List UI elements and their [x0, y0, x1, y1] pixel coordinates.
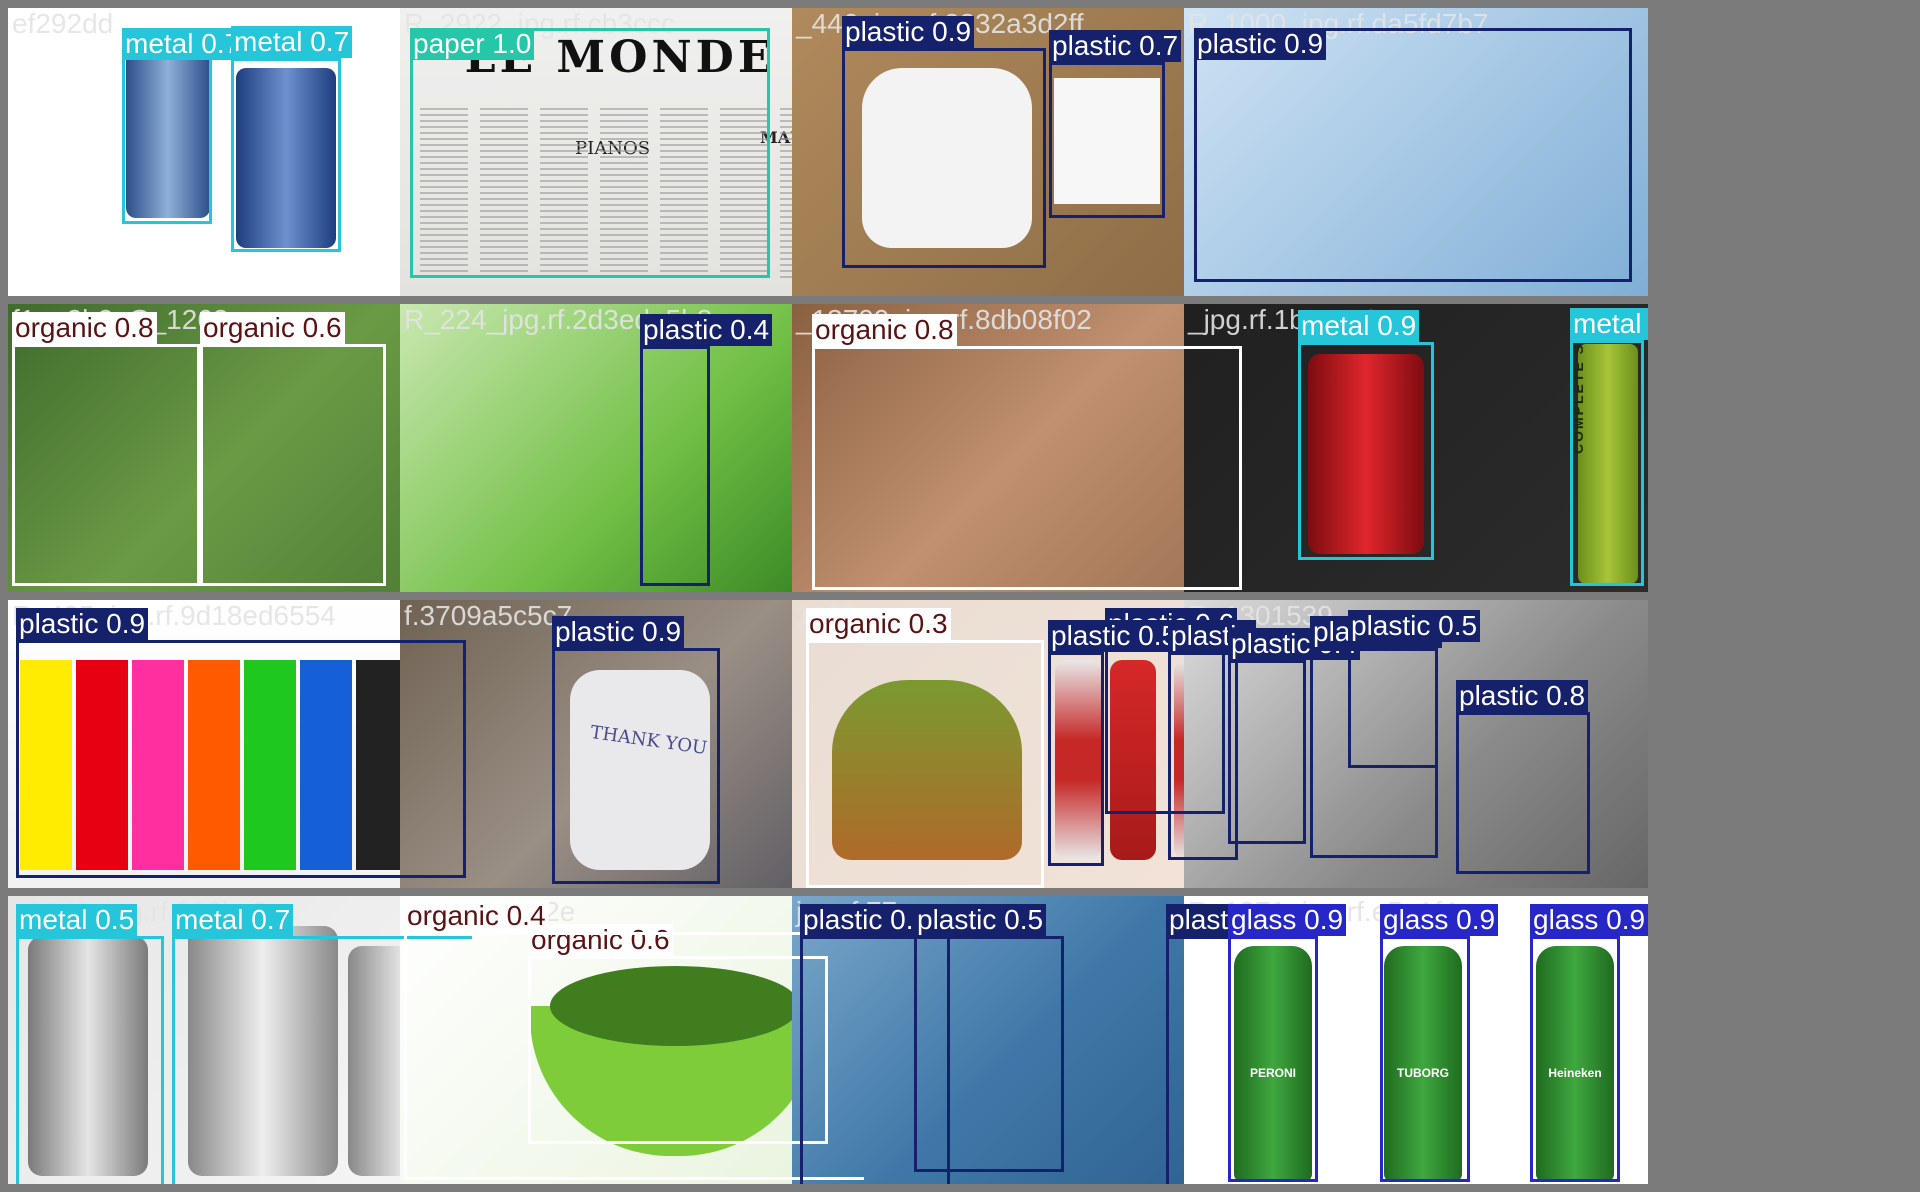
- bounding-box: [1049, 62, 1165, 218]
- tile-8: COMPLETE SODA CAN _jpg.rf.1b11ce3a metal 0…: [1184, 304, 1648, 592]
- prediction-mosaic: ef292ddmetal 0.7metal 0.7LE MONDEPIANOSM…: [0, 0, 1920, 1192]
- tile-11: 1108organic 0.3plastic 0.6plastic 0.5pla…: [792, 600, 1256, 888]
- detection-box: plastic 0.7: [1049, 30, 1182, 218]
- detection-box: organic 0.8: [812, 314, 1242, 590]
- bounding-box: [1570, 340, 1644, 586]
- image-filename: f.3709a5c5c7: [404, 600, 573, 631]
- bounding-box: [552, 648, 720, 884]
- detection-box: organic 0.8: [12, 312, 200, 586]
- detection-box: plastic 0.4: [1228, 628, 1361, 844]
- detection-box: plastic 0.5: [1348, 610, 1481, 768]
- bounding-box: [812, 346, 1242, 590]
- bounding-box: [1228, 660, 1306, 844]
- detection-box: plastic 0.9: [842, 16, 1046, 268]
- bounding-box: [404, 932, 864, 1180]
- detection-box: metal 0.5: [16, 904, 164, 1184]
- detection-box: organic 0.6: [200, 312, 386, 586]
- bounding-box: [806, 640, 1044, 888]
- detection-label: metal 0.7: [172, 904, 294, 936]
- detection-box: plastic 0.9: [552, 616, 720, 884]
- detection-label: organic 0.3: [806, 608, 951, 640]
- detection-box: glass 0.9: [1228, 904, 1347, 1182]
- detection-box: plastic 0.8: [1456, 680, 1590, 874]
- bounding-box: [410, 28, 770, 278]
- detection-label: plastic 0.8: [1456, 680, 1589, 712]
- bounding-box: [1048, 652, 1104, 866]
- bounding-box: [914, 936, 1064, 1172]
- bounding-box: [12, 344, 200, 586]
- detection-box: plastic 0.5: [914, 904, 1064, 1172]
- bounding-box: [640, 346, 710, 586]
- bounding-box: [1298, 342, 1434, 560]
- image-filename: ef292dd: [12, 8, 114, 39]
- detection-label: plastic 0.9: [1194, 28, 1327, 60]
- detection-label: plastic 0.9: [552, 616, 685, 648]
- detection-label: plastic 0.3: [800, 904, 933, 936]
- detection-box: organic 0.4: [404, 900, 864, 1180]
- detection-label: plastic 0.5: [1048, 620, 1181, 652]
- detection-label: glass 0.9: [1530, 904, 1648, 936]
- detection-label: metal 0.5: [16, 904, 138, 936]
- detection-box: metal 0.6: [1570, 308, 1648, 586]
- bounding-box: [1530, 936, 1620, 1182]
- tile-16: PERONITUBORGHeinekenR_1071_jpg.rf.e5a1f4…: [1184, 896, 1648, 1184]
- bounding-box: [16, 936, 164, 1184]
- detection-label: organic 0.6: [200, 312, 345, 344]
- detection-label: plastic 0.9: [842, 16, 975, 48]
- bounding-box: [842, 48, 1046, 268]
- detection-label: plastic 0.5: [914, 904, 1047, 936]
- bounding-box: [1194, 28, 1632, 282]
- detection-label: metal 0.9: [1298, 310, 1420, 342]
- bounding-box: [1380, 936, 1470, 1182]
- tile-4: R_1000_jpg.rf.da5fd7b7 plastic 0.9: [1184, 8, 1648, 296]
- detection-label: plastic 0.9: [16, 608, 149, 640]
- detection-box: paper 1.0: [410, 28, 770, 278]
- detection-box: organic 0.3: [806, 608, 1044, 888]
- detection-box: metal 0.7: [122, 28, 244, 224]
- bounding-box: [1456, 712, 1590, 874]
- detection-label: metal 0.7: [122, 28, 244, 60]
- detection-box: glass 0.9: [1530, 904, 1648, 1182]
- bounding-box: [16, 640, 466, 878]
- detection-label: organic 0.8: [812, 314, 957, 346]
- detection-label: metal 0.7: [231, 26, 353, 58]
- detection-label: paper 1.0: [410, 28, 535, 60]
- tile-15: jpg.rf.77plastic 0.3plastic 0.5plastic 0…: [792, 896, 1256, 1184]
- bounding-box: [1348, 642, 1438, 768]
- bounding-box: [1228, 936, 1318, 1182]
- detection-label: glass 0.9: [1380, 904, 1499, 936]
- detection-label: organic 0.8: [12, 312, 157, 344]
- bounding-box: [231, 58, 341, 252]
- bounding-box: [200, 344, 386, 586]
- detection-box: metal 0.9: [1298, 310, 1434, 560]
- tile-14: jpg.rf.01fbe2eorganic 0.6organic 0.4: [400, 896, 864, 1184]
- detection-label: plastic 0.7: [1049, 30, 1182, 62]
- detection-box: plastic 0.4: [640, 314, 773, 586]
- detection-box: plastic 0.9: [1194, 28, 1632, 282]
- detection-box: plastic 0.5: [1048, 620, 1181, 866]
- detection-box: glass 0.9: [1380, 904, 1499, 1182]
- tile-7: _13709_jpg.rf.8db08f02organic 0.8: [792, 304, 1256, 592]
- detection-box: plastic 0.9: [16, 608, 466, 878]
- detection-box: metal 0.7: [231, 26, 353, 252]
- detection-label: plastic 0.4: [640, 314, 773, 346]
- detection-label: organic 0.4: [404, 900, 549, 932]
- tile-9: R_425_jpg.rf.9d18ed6554 plastic 0.9: [8, 600, 472, 888]
- detection-label: metal 0.6: [1570, 308, 1648, 340]
- tile-13: _2846_jpg.rf.988bc3 metal 0.5 metal 0.7: [8, 896, 472, 1184]
- detection-label: plastic 0.5: [1348, 610, 1481, 642]
- tile-12: R_1301539plastic 0.4plastic 0.4plastic 0…: [1184, 600, 1648, 888]
- detection-label: glass 0.9: [1228, 904, 1347, 936]
